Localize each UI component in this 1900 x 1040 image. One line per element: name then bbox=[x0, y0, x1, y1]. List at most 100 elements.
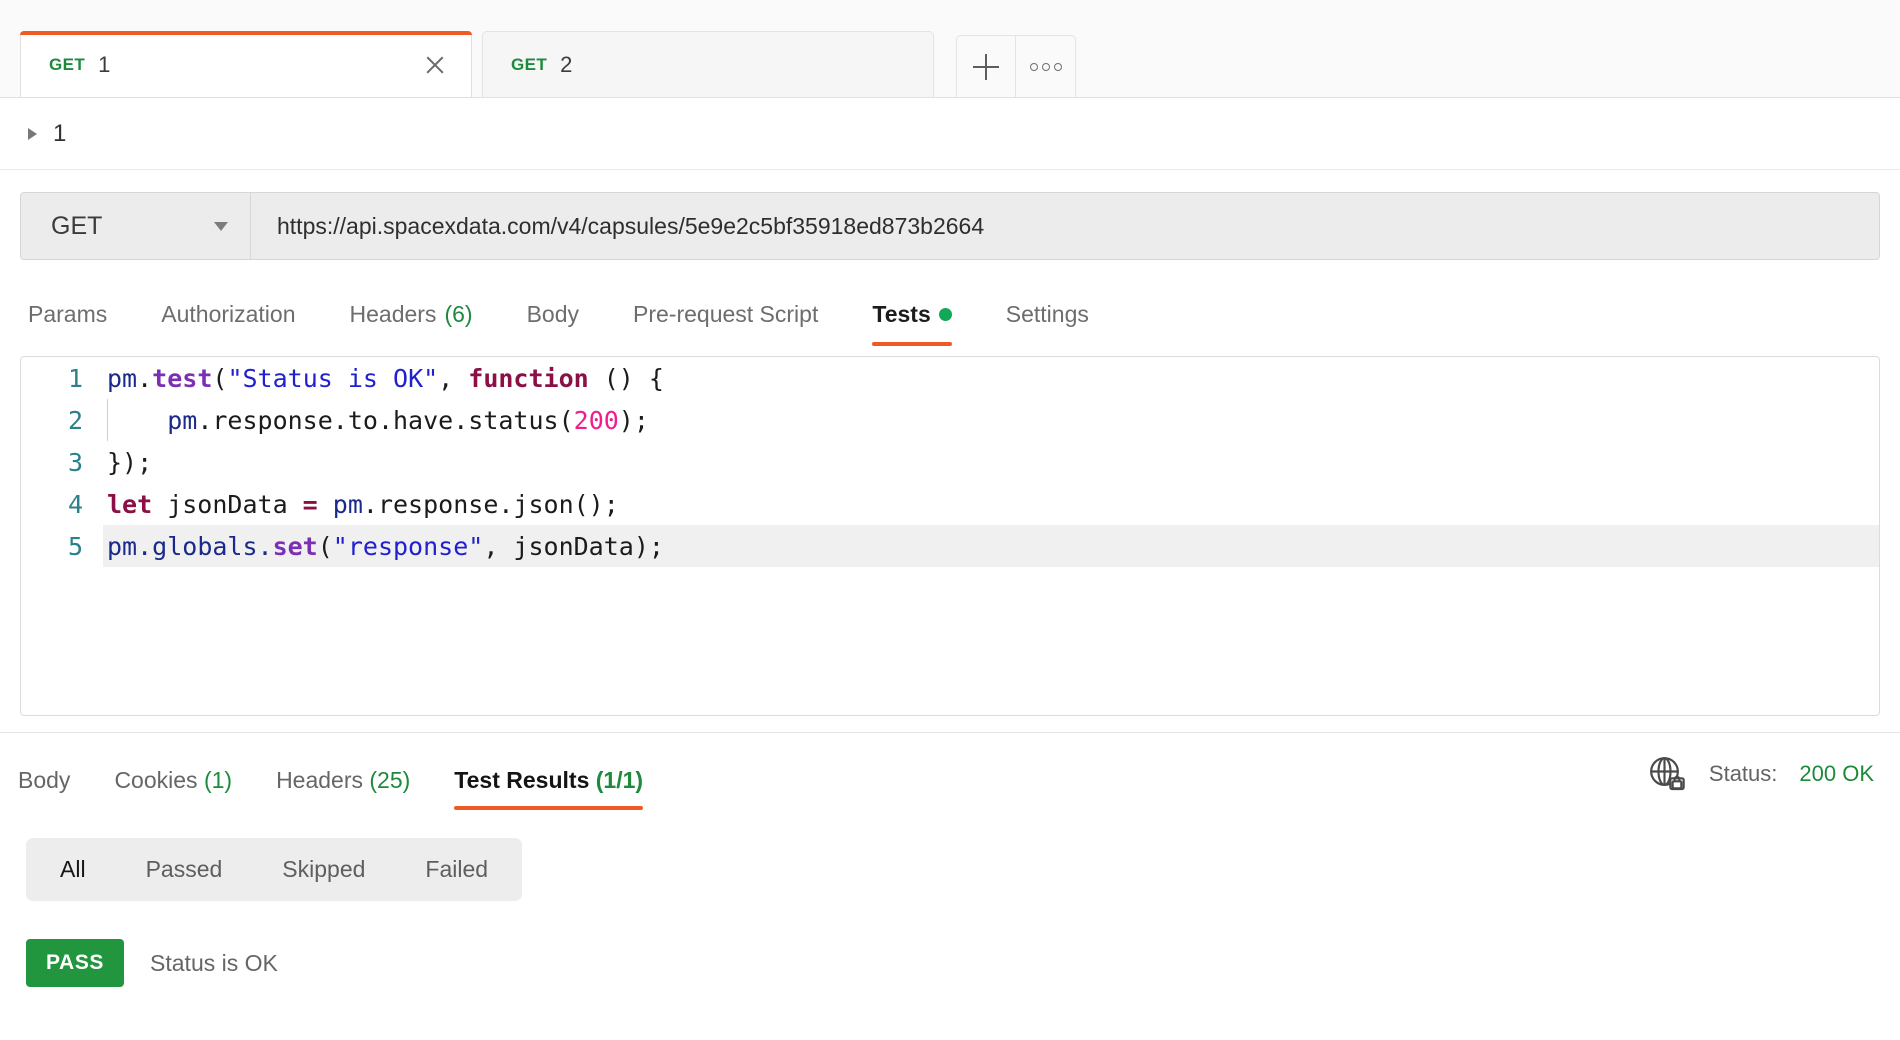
response-tab-headers-label: Headers bbox=[276, 767, 363, 793]
tab-headers-count: (6) bbox=[444, 301, 473, 327]
code-token: ( bbox=[212, 363, 228, 393]
code-token: pm bbox=[167, 405, 198, 435]
code-token: () { bbox=[588, 363, 664, 393]
code-token: "response" bbox=[332, 531, 484, 561]
response-tab-headers[interactable]: Headers (25) bbox=[276, 767, 410, 810]
test-result-row: PASS Status is OK bbox=[0, 901, 1900, 987]
code-token: .globals. bbox=[137, 531, 273, 561]
request-tab-2-title: 2 bbox=[560, 51, 573, 77]
url-bar-container: GET https://api.spacexdata.com/v4/capsul… bbox=[0, 170, 1900, 260]
plus-icon bbox=[973, 53, 999, 80]
filter-all-label: All bbox=[60, 856, 86, 882]
test-result-name: Status is OK bbox=[150, 949, 278, 976]
request-tab-bar: GET 1 GET 2 bbox=[0, 0, 1900, 98]
tab-tests[interactable]: Tests bbox=[872, 301, 953, 346]
code-lines: 1 pm. test("Status is OK", function () {2 … bbox=[21, 357, 1879, 567]
code-line-text[interactable]: pm .globals. set("response", jsonData); bbox=[103, 525, 1879, 567]
tab-settings[interactable]: Settings bbox=[1006, 301, 1089, 346]
tab-pre-request-script-label: Pre-request Script bbox=[633, 301, 819, 327]
code-line-text[interactable]: pm. test("Status is OK", function () { bbox=[103, 357, 1879, 399]
test-filter-group: All Passed Skipped Failed bbox=[26, 838, 523, 901]
line-number: 1 bbox=[67, 363, 83, 393]
url-input[interactable]: https://api.spacexdata.com/v4/capsules/5… bbox=[251, 193, 1879, 259]
code-line: 2 pm .response.to.have. status(200); bbox=[21, 399, 1879, 441]
tab-body-label: Body bbox=[526, 301, 579, 327]
new-tab-button[interactable] bbox=[956, 35, 1016, 97]
http-method-value: GET bbox=[51, 211, 103, 240]
request-tab-1-title: 1 bbox=[98, 51, 111, 77]
filter-passed-label: Passed bbox=[145, 856, 223, 882]
response-tab-cookies-count: (1) bbox=[203, 767, 233, 793]
code-token: = bbox=[302, 489, 318, 519]
line-number: 2 bbox=[67, 405, 83, 435]
tab-params-label: Params bbox=[28, 301, 108, 327]
line-number: 3 bbox=[67, 447, 83, 477]
code-token: "Status is OK" bbox=[227, 363, 439, 393]
code-token: 200 bbox=[573, 405, 619, 435]
response-tab-test-results-count: (1/1) bbox=[595, 767, 644, 793]
response-tab-body-label: Body bbox=[18, 767, 71, 793]
code-token: pm bbox=[107, 531, 138, 561]
code-line: 5 pm .globals. set("response", jsonData); bbox=[21, 525, 1879, 567]
code-token: let bbox=[107, 489, 153, 519]
code-token: . bbox=[137, 363, 153, 393]
tab-authorization[interactable]: Authorization bbox=[161, 301, 295, 346]
response-tab-test-results-label: Test Results bbox=[454, 767, 590, 793]
code-token: jsonData bbox=[152, 489, 303, 519]
response-tab-body[interactable]: Body bbox=[18, 767, 70, 810]
page-title: 1 bbox=[53, 119, 67, 147]
request-tab-2[interactable]: GET 2 bbox=[482, 31, 934, 97]
filter-failed[interactable]: Failed bbox=[397, 844, 516, 895]
tab-authorization-label: Authorization bbox=[161, 301, 296, 327]
http-method-select[interactable]: GET bbox=[21, 193, 251, 259]
code-token: .response.json(); bbox=[362, 489, 619, 519]
filter-all[interactable]: All bbox=[32, 844, 114, 895]
close-icon[interactable] bbox=[421, 51, 449, 79]
status-badge-pass: PASS bbox=[26, 939, 125, 987]
tests-active-dot-icon bbox=[938, 308, 952, 321]
filter-failed-label: Failed bbox=[425, 856, 489, 882]
code-token: }); bbox=[107, 447, 153, 477]
tab-options-button[interactable] bbox=[1016, 35, 1076, 97]
filter-skipped-label: Skipped bbox=[282, 856, 366, 882]
indent-guide bbox=[107, 399, 108, 441]
code-token: ); bbox=[618, 405, 649, 435]
tab-headers[interactable]: Headers (6) bbox=[350, 301, 473, 346]
code-line: 3}); bbox=[21, 441, 1879, 483]
ellipsis-icon bbox=[1029, 62, 1062, 71]
code-token: function bbox=[468, 363, 589, 393]
code-line-text[interactable]: pm .response.to.have. status(200); bbox=[103, 399, 1879, 441]
tab-params[interactable]: Params bbox=[28, 301, 107, 346]
code-line-text[interactable]: let jsonData = pm .response.json(); bbox=[103, 483, 1879, 525]
request-tab-2-method: GET bbox=[511, 54, 548, 74]
filter-skipped[interactable]: Skipped bbox=[254, 844, 393, 895]
code-line: 4 let jsonData = pm .response.json(); bbox=[21, 483, 1879, 525]
code-token: test bbox=[152, 363, 213, 393]
code-token: ( bbox=[558, 405, 574, 435]
tab-headers-label: Headers bbox=[349, 301, 437, 327]
code-token: status bbox=[468, 405, 559, 435]
caret-right-icon[interactable] bbox=[28, 127, 37, 140]
code-token: , bbox=[438, 363, 469, 393]
request-section-tabs: Params Authorization Headers (6) Body Pr… bbox=[0, 274, 1900, 346]
response-tab-cookies[interactable]: Cookies (1) bbox=[114, 767, 232, 810]
filter-passed[interactable]: Passed bbox=[118, 844, 251, 895]
tab-pre-request-script[interactable]: Pre-request Script bbox=[633, 301, 818, 346]
globe-lock-icon[interactable] bbox=[1647, 754, 1687, 794]
status-badge: 200 OK bbox=[1799, 761, 1874, 786]
line-number: 4 bbox=[67, 489, 83, 519]
code-line: 1 pm. test("Status is OK", function () { bbox=[21, 357, 1879, 399]
code-token: , jsonData); bbox=[483, 531, 664, 561]
tab-body[interactable]: Body bbox=[527, 301, 579, 346]
response-status-area: Status: 200 OK bbox=[1647, 754, 1874, 810]
status-label: Status: bbox=[1708, 761, 1778, 786]
request-tab-1[interactable]: GET 1 bbox=[20, 31, 472, 97]
breadcrumb: 1 bbox=[0, 98, 1900, 170]
code-token: pm bbox=[332, 489, 363, 519]
code-line-text[interactable]: }); bbox=[103, 441, 1879, 483]
response-tab-test-results[interactable]: Test Results (1/1) bbox=[454, 767, 643, 810]
request-tab-1-method: GET bbox=[49, 54, 86, 74]
tests-script-editor[interactable]: 1 pm. test("Status is OK", function () {2 … bbox=[20, 356, 1880, 716]
